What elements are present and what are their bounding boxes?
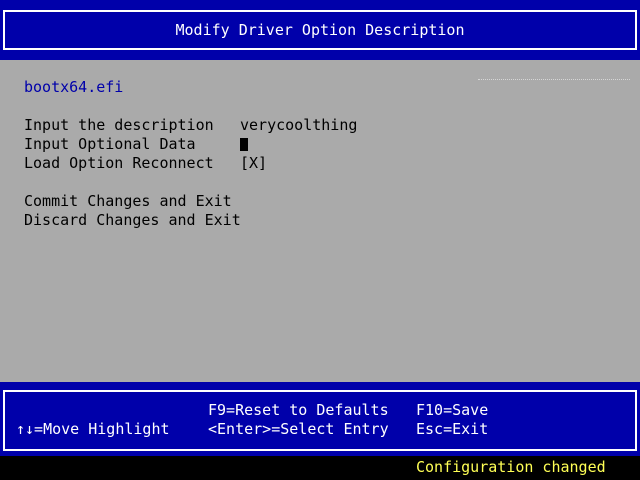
reconnect-checkbox[interactable]: [X] [240, 154, 267, 173]
reconnect-label[interactable]: Load Option Reconnect [24, 154, 214, 173]
save-hint: F10=Save [416, 401, 489, 419]
select-entry-hint: <Enter>=Select Entry [208, 420, 389, 438]
move-highlight-hint: ↑↓=Move Highlight [16, 420, 170, 438]
description-field-label[interactable]: Input the description [24, 116, 214, 135]
status-message: Configuration changed [416, 458, 606, 476]
optional-data-label[interactable]: Input Optional Data [24, 135, 196, 154]
bios-setup-screen: Modify Driver Option Description bootx64… [0, 0, 640, 480]
exit-hint: Esc=Exit [416, 420, 489, 438]
discard-changes-option[interactable]: Discard Changes and Exit [24, 211, 241, 230]
commit-changes-option[interactable]: Commit Changes and Exit [24, 192, 232, 211]
driver-file-name: bootx64.efi [24, 78, 124, 96]
text-cursor [240, 138, 248, 151]
page-title: Modify Driver Option Description [175, 21, 465, 39]
dotted-separator [478, 79, 630, 80]
description-field-value[interactable]: verycoolthing [240, 116, 357, 135]
reset-defaults-hint: F9=Reset to Defaults [208, 401, 389, 419]
